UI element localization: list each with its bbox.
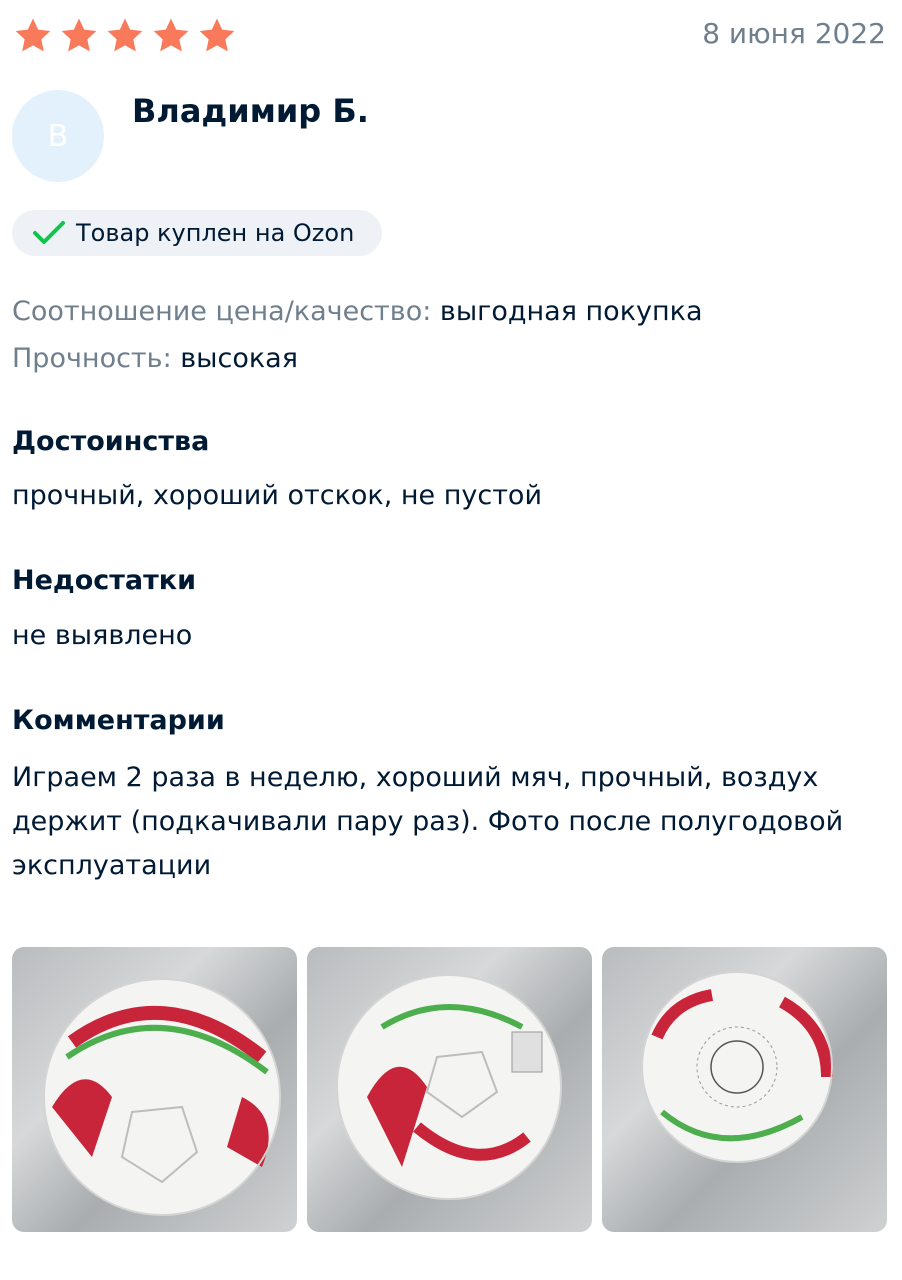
verified-purchase-badge: Товар куплен на Ozon — [12, 210, 382, 256]
attribute-key: Соотношение цена/качество: — [12, 296, 432, 327]
comment-text: Играем 2 раза в неделю, хороший мяч, про… — [12, 762, 844, 881]
rating-stars — [12, 16, 238, 56]
review-photo[interactable] — [12, 947, 297, 1232]
star-icon — [104, 16, 146, 56]
review-photo[interactable] — [307, 947, 592, 1232]
star-icon — [196, 16, 238, 56]
badge-label: Товар куплен на Ozon — [76, 219, 355, 247]
cons-text: не выявлено — [12, 620, 193, 651]
star-icon — [150, 16, 192, 56]
attribute-durability: Прочность: высокая — [12, 343, 298, 374]
check-icon — [32, 220, 66, 246]
attribute-key: Прочность: — [12, 343, 172, 374]
cons-title: Недостатки — [12, 565, 197, 596]
avatar-initial: В — [47, 118, 69, 154]
attribute-value: высокая — [180, 343, 298, 374]
author-name[interactable]: Владимир Б. — [132, 92, 369, 130]
star-icon — [12, 16, 54, 56]
review-photos — [12, 947, 887, 1232]
avatar: В — [12, 90, 104, 182]
review-photo[interactable] — [602, 947, 887, 1232]
comment-title: Комментарии — [12, 705, 225, 736]
pros-title: Достоинства — [12, 426, 210, 457]
attribute-value: выгодная покупка — [439, 296, 703, 327]
review-date: 8 июня 2022 — [702, 17, 886, 50]
attribute-price-quality: Соотношение цена/качество: выгодная поку… — [12, 296, 703, 327]
pros-text: прочный, хороший отскок, не пустой — [12, 480, 542, 511]
star-icon — [58, 16, 100, 56]
